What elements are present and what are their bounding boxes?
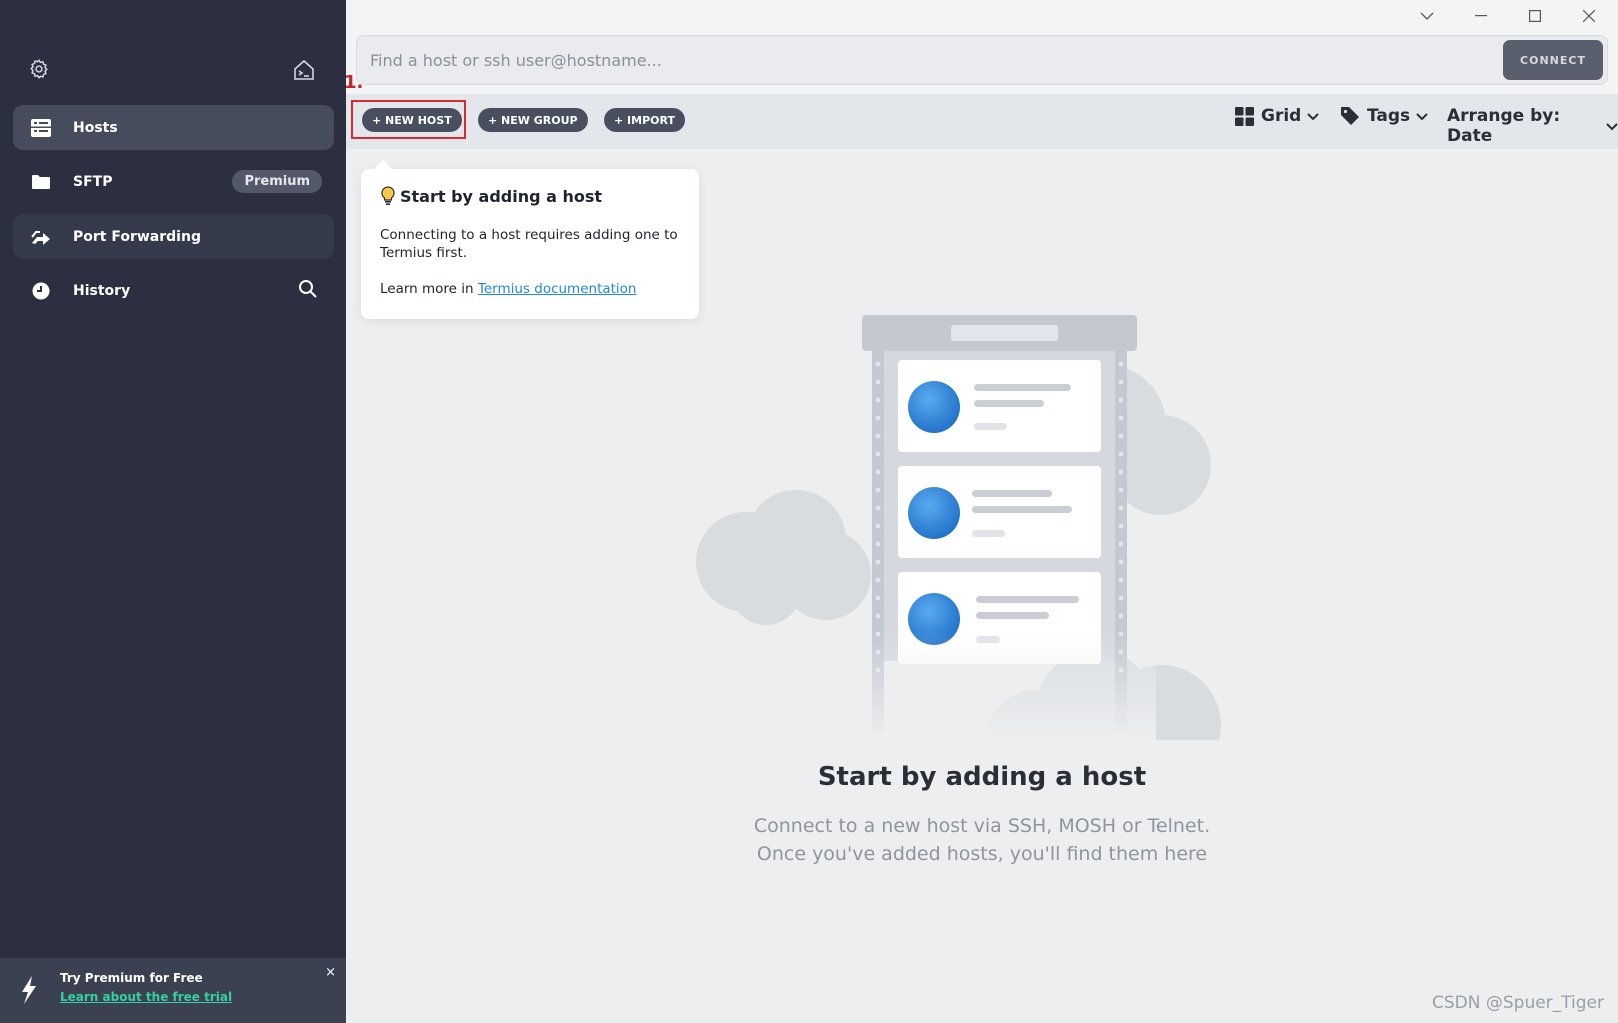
search-row: CONNECT bbox=[346, 30, 1618, 94]
new-host-button[interactable]: + NEW HOST bbox=[362, 108, 462, 132]
port-forward-icon bbox=[29, 225, 53, 249]
import-button[interactable]: + IMPORT bbox=[604, 108, 685, 132]
gear-icon[interactable] bbox=[28, 58, 50, 84]
search-icon[interactable] bbox=[298, 279, 318, 303]
title-bar bbox=[346, 0, 1618, 32]
sidebar-item-sftp[interactable]: SFTP Premium bbox=[13, 159, 334, 204]
hosts-icon bbox=[29, 116, 53, 140]
chevron-down-icon[interactable] bbox=[1400, 0, 1454, 32]
promo-title: Try Premium for Free bbox=[60, 971, 203, 985]
home-terminal-icon[interactable] bbox=[292, 58, 316, 86]
close-icon[interactable] bbox=[1562, 0, 1616, 32]
close-icon[interactable]: × bbox=[325, 965, 336, 980]
connect-button[interactable]: CONNECT bbox=[1503, 40, 1603, 80]
tooltip-title: Start by adding a host bbox=[400, 186, 603, 206]
sidebar-item-port-forwarding[interactable]: Port Forwarding bbox=[13, 214, 334, 259]
search-box: CONNECT bbox=[356, 35, 1608, 85]
tags-dropdown[interactable]: Tags bbox=[1340, 106, 1428, 126]
chevron-down-icon bbox=[1416, 106, 1428, 126]
bolt-icon bbox=[20, 976, 38, 1008]
sidebar: Hosts SFTP Premium Port Forwarding Histo… bbox=[0, 0, 346, 1023]
main-panel: CONNECT 1. + NEW HOST + NEW GROUP + IMPO… bbox=[344, 0, 1618, 1023]
tooltip-body: Connecting to a host requires adding one… bbox=[380, 227, 678, 261]
empty-state-title: Start by adding a host bbox=[817, 762, 1147, 792]
grid-icon bbox=[1235, 106, 1254, 126]
view-mode-label: Grid bbox=[1261, 106, 1302, 126]
tooltip-more-prefix: Learn more in bbox=[380, 281, 478, 297]
search-input[interactable] bbox=[370, 36, 1430, 84]
maximize-icon[interactable] bbox=[1508, 0, 1562, 32]
watermark: CSDN @Spuer_Tiger bbox=[1431, 993, 1604, 1013]
tooltip-arrow bbox=[373, 160, 393, 170]
folder-icon bbox=[29, 170, 53, 194]
chevron-down-icon bbox=[1606, 116, 1618, 136]
toolbar: 1. + NEW HOST + NEW GROUP + IMPORT Grid … bbox=[344, 72, 1618, 149]
empty-state-line-1: Connect to a new host via SSH, MOSH or T… bbox=[753, 815, 1211, 837]
history-icon bbox=[29, 279, 53, 303]
sidebar-item-label: SFTP bbox=[73, 173, 113, 190]
empty-state-illustration bbox=[666, 300, 1246, 790]
new-group-button[interactable]: + NEW GROUP bbox=[478, 108, 588, 132]
tooltip-header: Start by adding a host bbox=[380, 186, 602, 206]
empty-state-subtitle: Connect to a new host via SSH, MOSH or T… bbox=[346, 812, 1618, 868]
chevron-down-icon bbox=[1307, 106, 1320, 126]
lightbulb-icon bbox=[380, 186, 396, 206]
tag-icon bbox=[1340, 106, 1360, 126]
empty-state-line-2: Once you've added hosts, you'll find the… bbox=[756, 843, 1208, 865]
premium-badge[interactable]: Premium bbox=[232, 170, 322, 193]
sidebar-item-label: Hosts bbox=[73, 119, 118, 136]
tooltip-more: Learn more in Termius documentation bbox=[380, 281, 637, 297]
sidebar-item-label: History bbox=[73, 282, 131, 299]
minimize-icon[interactable] bbox=[1454, 0, 1508, 32]
premium-promo-banner: Try Premium for Free Learn about the fre… bbox=[0, 958, 346, 1023]
sidebar-item-label: Port Forwarding bbox=[73, 228, 201, 245]
sidebar-top-bar bbox=[28, 58, 316, 86]
tags-label: Tags bbox=[1367, 106, 1411, 126]
arrange-label: Arrange by: Date bbox=[1447, 106, 1561, 146]
sidebar-item-history[interactable]: History bbox=[13, 268, 334, 313]
view-mode-dropdown[interactable]: Grid bbox=[1235, 106, 1320, 126]
onboarding-tooltip: Start by adding a host Connecting to a h… bbox=[361, 160, 699, 319]
step-annotation: 1. bbox=[344, 72, 364, 93]
documentation-link[interactable]: Termius documentation bbox=[478, 281, 637, 297]
promo-link[interactable]: Learn about the free trial bbox=[60, 990, 232, 1004]
sidebar-item-hosts[interactable]: Hosts bbox=[13, 105, 334, 150]
arrange-dropdown[interactable]: Arrange by: Date bbox=[1447, 106, 1618, 146]
